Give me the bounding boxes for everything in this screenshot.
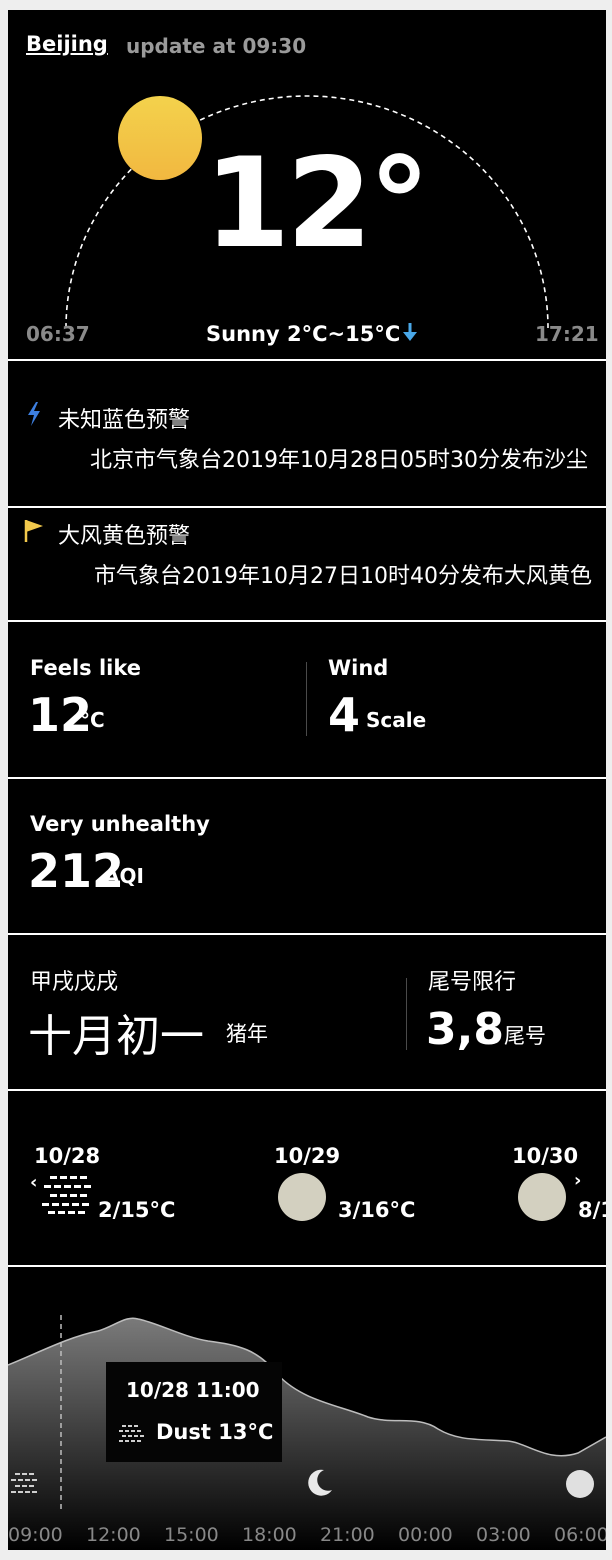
forecast-temp: 8/1 xyxy=(578,1198,606,1222)
chevron-left-icon[interactable]: ‹ xyxy=(30,1172,37,1193)
moon-icon xyxy=(566,1470,594,1498)
tooltip-time: 10/28 11:00 xyxy=(126,1378,260,1402)
divider xyxy=(8,506,606,508)
sunset-time: 17:21 xyxy=(535,322,599,346)
temperature-area xyxy=(8,1318,606,1550)
forecast-date: 10/29 xyxy=(274,1144,341,1168)
divider xyxy=(8,933,606,935)
traffic-restriction-value: 3,8 xyxy=(426,1004,504,1055)
divider xyxy=(306,662,307,736)
wind-value: 4 xyxy=(328,688,361,742)
lightning-icon xyxy=(28,402,40,426)
dust-icon xyxy=(42,1176,91,1214)
feels-like-label: Feels like xyxy=(30,656,142,680)
divider xyxy=(8,777,606,779)
divider xyxy=(8,359,606,361)
forecast-date: 10/30 xyxy=(512,1144,579,1168)
moon-icon xyxy=(518,1173,566,1221)
hour-label: 15:00 xyxy=(164,1524,219,1546)
warning-text: 市气象台2019年10月27日10时40分发布大风黄色 xyxy=(94,564,592,589)
weather-condition: Sunny 2°C~15°C xyxy=(206,322,401,346)
divider xyxy=(406,978,407,1050)
current-temperature: 12° xyxy=(204,132,431,276)
tooltip-condition: Dust 13°C xyxy=(156,1420,274,1444)
ganzhi-text: 甲戌戊戌 xyxy=(30,970,119,995)
lunar-date: 十月初一 xyxy=(28,1011,204,1062)
hour-label: 06:00 xyxy=(554,1524,606,1546)
hour-label: 03:00 xyxy=(476,1524,531,1546)
forecast-temp: 3/16°C xyxy=(338,1198,416,1222)
hourly-temperature-chart xyxy=(8,1315,606,1550)
wind-label: Wind xyxy=(328,656,389,680)
hour-label: 12:00 xyxy=(86,1524,141,1546)
dust-icon xyxy=(119,1425,144,1442)
aqi-label: Very unhealthy xyxy=(30,812,210,836)
sunrise-time: 06:37 xyxy=(26,322,90,346)
forecast-date: 10/28 xyxy=(34,1144,101,1168)
hour-label: 09:00 xyxy=(8,1524,63,1546)
city-link[interactable]: Beijing xyxy=(26,32,108,56)
warning-title[interactable]: 大风黄色预警 xyxy=(58,518,190,550)
moon-icon xyxy=(278,1173,326,1221)
wind-unit: Scale xyxy=(366,708,427,732)
chart-tooltip: 10/28 11:00 Dust 13°C xyxy=(106,1362,282,1462)
aqi-unit: AQI xyxy=(104,864,144,888)
crescent-moon-icon xyxy=(308,1469,332,1496)
sun-icon xyxy=(118,96,202,180)
hour-label: 21:00 xyxy=(320,1524,375,1546)
traffic-restriction-unit: 尾号 xyxy=(504,1024,546,1048)
update-time: update at 09:30 xyxy=(126,34,307,58)
divider xyxy=(8,1089,606,1091)
dust-icon xyxy=(11,1473,37,1493)
warning-text: 北京市气象台2019年10月28日05时30分发布沙尘 xyxy=(90,448,588,473)
divider xyxy=(8,620,606,622)
weather-app: Beijing update at 09:30 12° 06:37 Sunny … xyxy=(8,10,606,1550)
warning-title[interactable]: 未知蓝色预警 xyxy=(58,402,190,434)
feels-like-unit: °C xyxy=(80,708,105,732)
flag-icon xyxy=(24,520,43,542)
arrow-down-icon[interactable] xyxy=(402,323,418,343)
zodiac-year: 猪年 xyxy=(226,1022,268,1046)
forecast-temp: 2/15°C xyxy=(98,1198,176,1222)
hour-label: 00:00 xyxy=(398,1524,453,1546)
hour-label: 18:00 xyxy=(242,1524,297,1546)
chevron-right-icon[interactable]: › xyxy=(574,1170,581,1191)
traffic-restriction-label: 尾号限行 xyxy=(428,970,517,995)
